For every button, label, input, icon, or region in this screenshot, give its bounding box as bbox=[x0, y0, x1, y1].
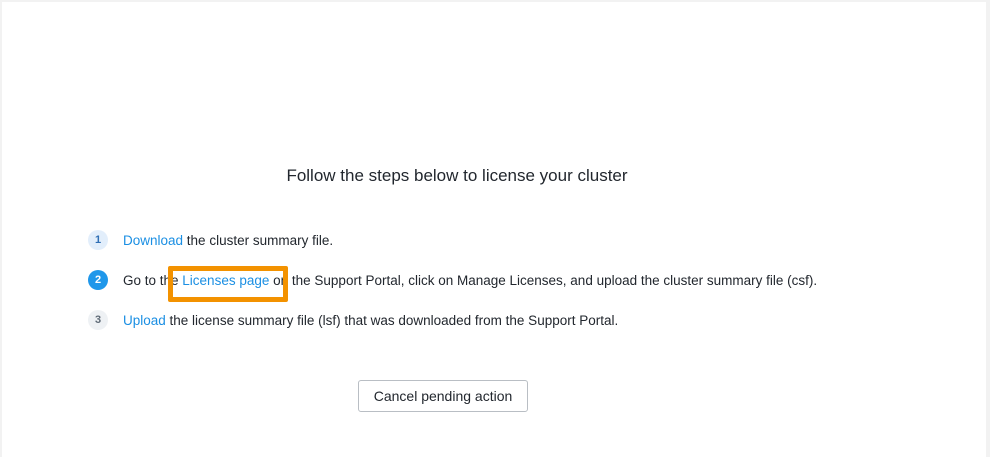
step-2-text-before: Go to the bbox=[123, 272, 183, 288]
step-2: 2 Go to the Licenses page on the Support… bbox=[88, 265, 818, 302]
step-1: 1 Download the cluster summary file. bbox=[88, 230, 333, 250]
step-2-text-after: on the Support Portal, click on Manage L… bbox=[269, 272, 818, 288]
upload-link[interactable]: Upload bbox=[123, 313, 166, 328]
cancel-pending-action-button[interactable]: Cancel pending action bbox=[358, 380, 528, 412]
license-panel: Follow the steps below to license your c… bbox=[2, 2, 986, 457]
step-3: 3 Upload the license summary file (lsf) … bbox=[88, 310, 618, 330]
step-3-badge: 3 bbox=[88, 310, 108, 330]
step-1-badge: 1 bbox=[88, 230, 108, 250]
download-link[interactable]: Download bbox=[123, 233, 183, 248]
licenses-link-wrapper: Licenses page bbox=[168, 265, 289, 302]
licenses-page-link[interactable]: Licenses page bbox=[182, 273, 269, 288]
page-heading: Follow the steps below to license your c… bbox=[286, 166, 628, 185]
step-1-text: the cluster summary file. bbox=[183, 232, 334, 248]
step-3-text: the license summary file (lsf) that was … bbox=[165, 312, 619, 328]
step-2-badge: 2 bbox=[88, 270, 108, 290]
